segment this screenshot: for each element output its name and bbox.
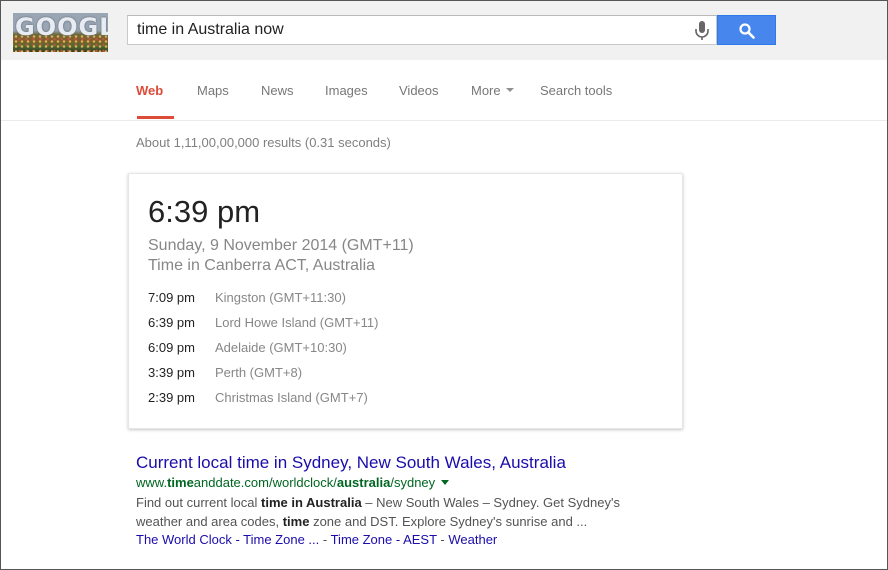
- time-answer-card: 6:39 pm Sunday, 9 November 2014 (GMT+11)…: [128, 173, 683, 429]
- search-input[interactable]: [137, 16, 677, 44]
- tab-search-tools[interactable]: Search tools: [540, 83, 612, 98]
- search-button[interactable]: [717, 15, 776, 45]
- current-time: 6:39 pm: [148, 194, 261, 229]
- tab-web[interactable]: Web: [136, 83, 163, 98]
- current-date: Sunday, 9 November 2014 (GMT+11): [148, 237, 414, 254]
- time-location: Time in Canberra ACT, Australia: [148, 257, 376, 274]
- search-tabs: Web Maps News Images Videos More Search …: [1, 60, 887, 121]
- sitelink-separator: -: [319, 532, 331, 547]
- sitelink-separator: -: [436, 532, 449, 547]
- url-bold-australia: australia: [336, 475, 391, 490]
- snippet-text: zone and DST. Explore Sydney's sunrise a…: [309, 514, 588, 529]
- snippet-text: Find out current local: [136, 495, 262, 510]
- sitelink-world-clock[interactable]: The World Clock - Time Zone ...: [136, 532, 319, 547]
- zone-time: 6:39 pm: [148, 315, 195, 330]
- logo-text: GOOGLE: [15, 13, 108, 41]
- zone-time: 6:09 pm: [148, 340, 195, 355]
- search-box[interactable]: [127, 15, 717, 45]
- tab-more-label: More: [471, 83, 501, 98]
- sitelink-time-zone-aest[interactable]: Time Zone - AEST: [331, 532, 437, 547]
- search-result: Current local time in Sydney, New South …: [136, 453, 656, 549]
- magnifier-icon: [739, 23, 755, 39]
- zone-time: 7:09 pm: [148, 290, 195, 305]
- zone-name: Perth (GMT+8): [215, 365, 303, 380]
- google-doodle-logo[interactable]: GOOGLE: [13, 13, 108, 52]
- tab-news[interactable]: News: [261, 83, 294, 98]
- result-url: www.timeanddate.com/worldclock/australia…: [136, 475, 656, 490]
- microphone-icon[interactable]: [695, 21, 709, 41]
- active-tab-indicator: [137, 116, 174, 119]
- tab-maps[interactable]: Maps: [197, 83, 229, 98]
- result-title-link[interactable]: Current local time in Sydney, New South …: [136, 453, 656, 473]
- url-bold-time: time: [167, 475, 194, 490]
- zone-time: 2:39 pm: [148, 390, 195, 405]
- zone-time: 3:39 pm: [148, 365, 195, 380]
- result-sitelinks: The World Clock - Time Zone ... - Time Z…: [136, 531, 656, 549]
- zone-name: Adelaide (GMT+10:30): [215, 340, 347, 355]
- tab-more[interactable]: More: [471, 83, 514, 98]
- chevron-down-icon: [505, 87, 514, 92]
- snippet-highlight: time in Australia: [261, 495, 362, 510]
- result-stats: About 1,11,00,00,000 results (0.31 secon…: [136, 135, 391, 150]
- sitelink-weather[interactable]: Weather: [448, 532, 497, 547]
- zone-name: Kingston (GMT+11:30): [215, 290, 346, 305]
- zone-name: Christmas Island (GMT+7): [215, 390, 368, 405]
- result-snippet: Find out current local time in Australia…: [136, 493, 656, 531]
- url-middle: anddate.com/worldclock/: [193, 475, 337, 490]
- tab-images[interactable]: Images: [325, 83, 368, 98]
- zone-name: Lord Howe Island (GMT+11): [215, 315, 379, 330]
- url-suffix: /sydney: [390, 475, 436, 490]
- url-options-caret-icon[interactable]: [441, 480, 450, 486]
- tab-videos[interactable]: Videos: [399, 83, 439, 98]
- url-prefix: www.: [136, 475, 168, 490]
- snippet-highlight: time: [282, 514, 310, 529]
